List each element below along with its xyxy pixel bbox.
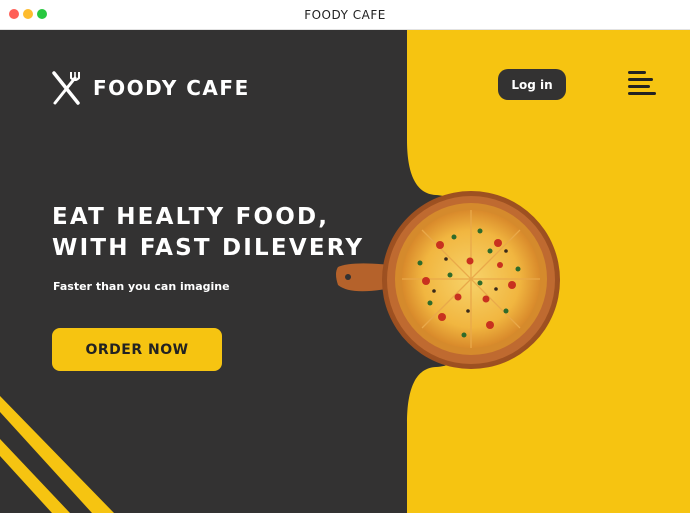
- hero-headline-line-1: EAT HEALTY FOOD,: [52, 204, 330, 230]
- hamburger-menu-icon[interactable]: [628, 70, 658, 96]
- landing-page: FOODY CAFE Log in EAT HEALTY FOOD, WITH …: [0, 30, 690, 513]
- hero-headline-line-2: WITH FAST DILEVERY: [52, 235, 365, 261]
- hero-tagline: Faster than you can imagine: [53, 280, 230, 293]
- order-now-button[interactable]: ORDER NOW: [52, 328, 222, 371]
- hero-headline: EAT HEALTY FOOD, WITH FAST DILEVERY: [52, 202, 364, 264]
- brand-logo[interactable]: FOODY CAFE: [50, 70, 250, 106]
- window-titlebar: FOODY CAFE: [0, 0, 690, 30]
- fork-knife-icon: [52, 71, 80, 105]
- window-title: FOODY CAFE: [304, 8, 386, 22]
- pizza-image: [336, 191, 560, 369]
- brand-name: FOODY CAFE: [93, 76, 250, 100]
- login-button[interactable]: Log in: [498, 69, 566, 100]
